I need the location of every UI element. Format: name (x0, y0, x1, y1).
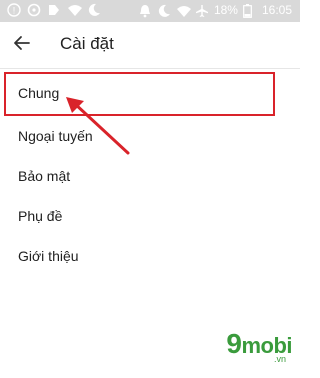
page-title: Cài đặt (60, 34, 114, 53)
wifi-icon (67, 3, 82, 17)
back-button[interactable] (10, 33, 34, 57)
status-bar: ! 18% 16:05 (0, 0, 300, 22)
battery-icon (243, 3, 257, 18)
status-time: 16:05 (261, 3, 292, 17)
airplane-icon (195, 4, 209, 18)
settings-menu: Chung Ngoại tuyến Bảo mật Phụ đề Giới th… (0, 70, 300, 276)
arrow-back-icon (13, 34, 31, 57)
menu-item-general[interactable]: Chung (0, 70, 300, 116)
app-bar: Cài đặt (0, 22, 300, 68)
moon-icon (157, 4, 171, 18)
logo-domain: .vn (273, 354, 286, 364)
wifi-icon (176, 4, 191, 18)
menu-item-label: Chung (18, 85, 60, 101)
menu-item-security[interactable]: Bảo mật (0, 156, 300, 196)
tag-icon (47, 3, 61, 17)
svg-text:!: ! (13, 6, 16, 16)
battery-percentage: 18% (213, 3, 238, 17)
moon-icon (87, 3, 101, 17)
bell-icon (138, 4, 152, 18)
status-bar-left-icons: ! (7, 3, 101, 17)
menu-item-label: Phụ đề (18, 208, 63, 224)
sync-icon (27, 3, 41, 17)
watermark-logo: 9mobi .vn (192, 328, 292, 368)
person-icon: ! (7, 3, 21, 17)
menu-item-label: Giới thiệu (18, 248, 79, 264)
menu-item-about[interactable]: Giới thiệu (0, 236, 300, 276)
menu-item-label: Bảo mật (18, 168, 71, 184)
menu-item-subtitles[interactable]: Phụ đề (0, 196, 300, 236)
menu-item-label: Ngoại tuyến (18, 128, 93, 144)
logo-digit: 9 (226, 328, 242, 359)
menu-item-offline[interactable]: Ngoại tuyến (0, 116, 300, 156)
app-bar-divider (0, 68, 300, 69)
status-bar-right-icons: 18% 16:05 (138, 3, 292, 18)
